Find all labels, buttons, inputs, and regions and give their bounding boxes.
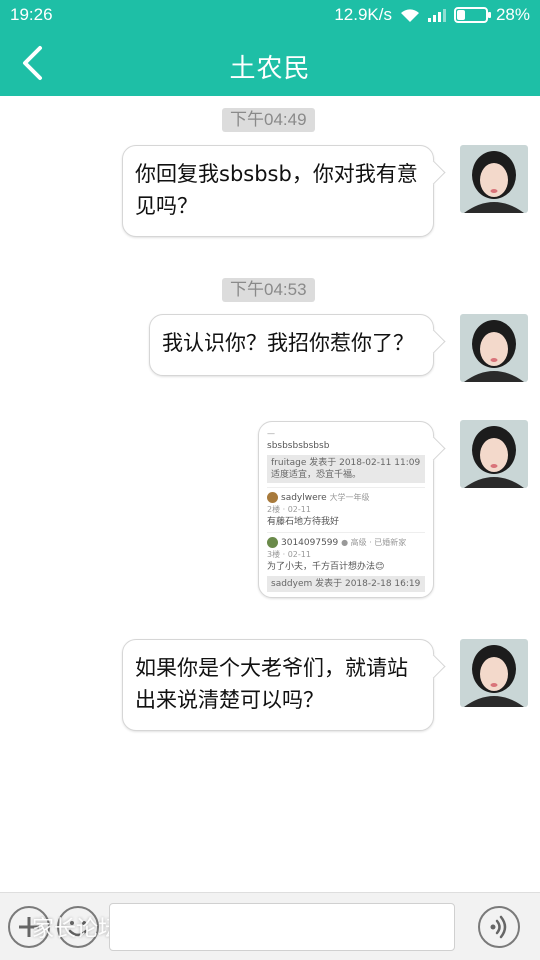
image-meta: 2楼 · 02-11	[267, 505, 311, 514]
battery-icon	[453, 7, 491, 23]
chat-bubble[interactable]: 我认识你？我招你惹你了？	[149, 314, 434, 376]
image-reply-text: 为了小夫，千方百计想办法😊	[267, 562, 385, 572]
image-badge: 大学一年级	[329, 493, 370, 502]
image-badge: ● 高级 · 已婚新家	[341, 538, 407, 547]
plus-button[interactable]	[8, 906, 50, 948]
avatar[interactable]	[460, 314, 528, 382]
message-input-bar: 家长论坛	[0, 892, 540, 960]
avatar[interactable]	[460, 420, 528, 488]
page-title: 土农民	[229, 54, 311, 84]
image-username: sadylwere	[281, 493, 327, 503]
image-top-rule: —	[267, 429, 275, 438]
image-quote-author: fruitage 发表于 2018-02-11 11:09	[271, 458, 421, 468]
image-reply-2: 3014097599 ● 高级 · 已婚新家 3楼 · 02-11 为了小夫，千…	[267, 537, 425, 573]
image-reply-1: sadylwere 大学一年级 2楼 · 02-11 有藤石地方待我好	[267, 492, 425, 528]
wifi-icon	[400, 8, 420, 22]
image-quote: fruitage 发表于 2018-02-11 11:09 适度适宜，恐宜千福。	[267, 455, 425, 483]
avatar[interactable]	[460, 145, 528, 213]
message-text-field[interactable]	[109, 903, 455, 951]
image-message-bubble[interactable]: — sbsbsbsbsbsb fruitage 发表于 2018-02-11 1…	[258, 421, 434, 598]
image-header: sbsbsbsbsbsb	[267, 441, 330, 451]
app-header: 19:26 12.9K/s 28% 土农民	[0, 0, 540, 96]
message-text: 你回复我sbsbsb，你对我有意见吗？	[135, 162, 418, 218]
signal-icon	[427, 8, 446, 22]
emoji-button[interactable]	[57, 906, 99, 948]
message-timestamp: 下午04:53	[222, 278, 315, 302]
status-bar: 19:26 12.9K/s 28%	[0, 0, 540, 32]
emoji-icon	[68, 921, 88, 937]
image-quote-body: 适度适宜，恐宜千福。	[271, 470, 362, 480]
chat-bubble[interactable]: 你回复我sbsbsb，你对我有意见吗？	[122, 145, 434, 237]
screenshot-image: — sbsbsbsbsbsb fruitage 发表于 2018-02-11 1…	[259, 422, 433, 601]
chat-bubble[interactable]: 如果你是个大老爷们，就请站出来说清楚可以吗？	[122, 639, 434, 731]
message-timestamp: 下午04:49	[222, 108, 315, 132]
status-right: 12.9K/s 28%	[334, 5, 530, 25]
image-quote-author: saddyem 发表于 2018-2-18 16:19	[267, 576, 425, 592]
message-input[interactable]	[110, 904, 454, 950]
avatar[interactable]	[460, 639, 528, 707]
net-speed: 12.9K/s	[334, 5, 392, 24]
plus-icon	[19, 917, 39, 937]
avatar	[267, 537, 278, 548]
image-reply-text: 有藤石地方待我好	[267, 517, 340, 527]
battery-fill	[456, 10, 465, 20]
message-text: 如果你是个大老爷们，就请站出来说清楚可以吗？	[135, 656, 408, 712]
image-meta: 3楼 · 02-11	[267, 550, 311, 559]
image-username: 3014097599	[281, 538, 339, 548]
voice-icon	[490, 915, 507, 939]
battery-percent: 28%	[495, 5, 530, 24]
status-time: 19:26	[10, 5, 53, 24]
message-text: 我认识你？我招你惹你了？	[162, 331, 414, 355]
avatar	[267, 492, 278, 503]
voice-button[interactable]	[478, 906, 520, 948]
